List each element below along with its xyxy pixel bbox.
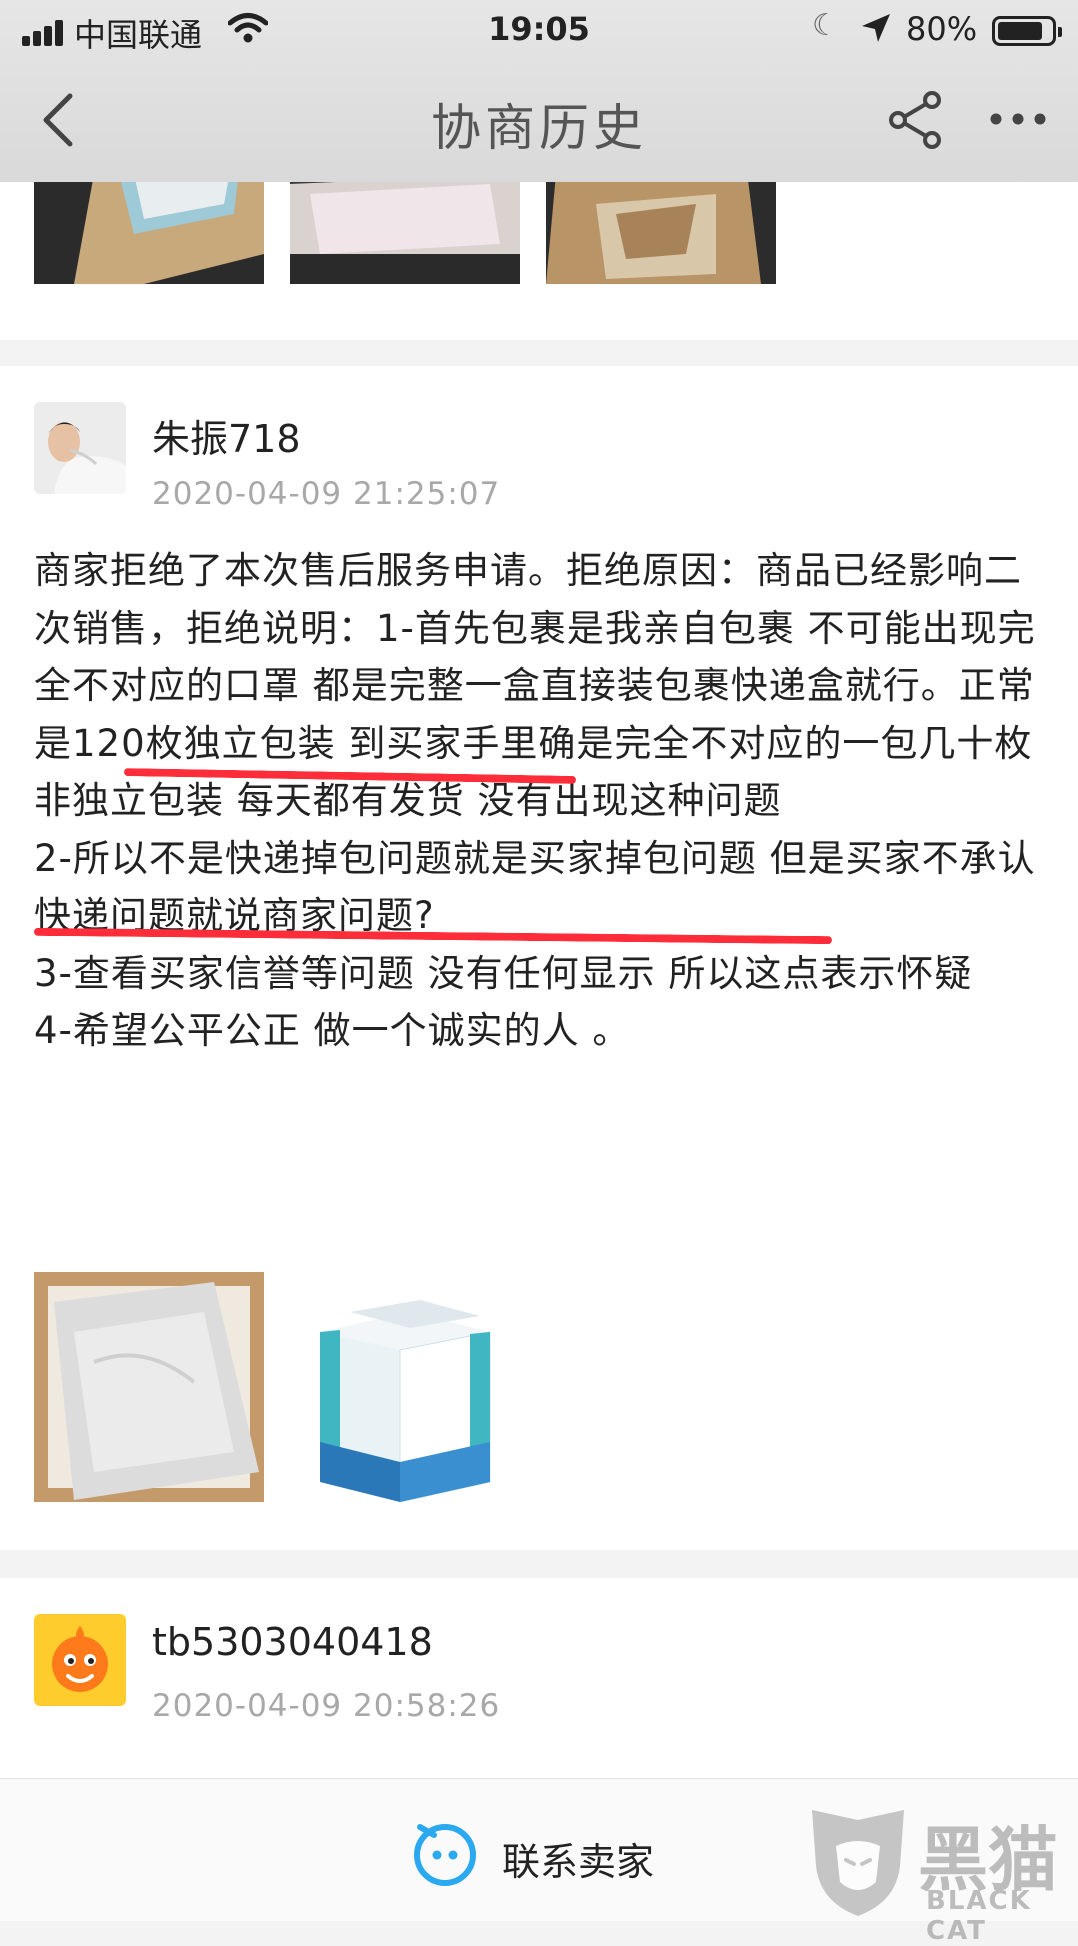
timestamp: 2020-04-09 21:25:07: [152, 476, 501, 512]
avatar: [34, 1614, 126, 1706]
status-bar: 中国联通 19:05 ☾ 80%: [0, 0, 1078, 58]
battery-percent: 80%: [906, 10, 978, 48]
chat-bot-icon: [414, 1824, 476, 1886]
moon-icon: ☾: [812, 8, 839, 43]
message-paragraph: 2-所以不是快递掉包问题就是买家掉包问题 但是买家不承认快递问题就说商家问题?: [34, 836, 1036, 938]
refusal-message: 商家拒绝了本次售后服务申请。拒绝原因：商品已经影响二次销售，拒绝说明：1-首先包…: [34, 542, 1044, 1060]
record-card: 朱振718 2020-04-09 21:25:07 商家拒绝了本次售后服务申请。…: [0, 366, 1078, 1550]
message-paragraph: 商家拒绝了本次售后服务申请。拒绝原因：商品已经影响二次销售，拒绝说明：1-首先包…: [34, 549, 1036, 822]
cat-logo-icon: [812, 1810, 904, 1916]
record-card: tb5303040418 2020-04-09 20:58:26: [0, 1578, 1078, 1778]
location-arrow-icon: [862, 14, 890, 42]
previous-record-card: [0, 54, 1078, 340]
more-icon[interactable]: [988, 112, 1048, 126]
author-name: tb5303040418: [152, 1620, 433, 1664]
avatar: [34, 402, 126, 494]
top-bar: 中国联通 19:05 ☾ 80% 协商历史: [0, 0, 1078, 182]
author-name: 朱振718: [152, 417, 301, 461]
message-paragraph: 3-查看买家信誉等问题 没有任何显示 所以这点表示怀疑: [34, 951, 973, 995]
battery-icon: [992, 16, 1062, 46]
nav-bar: 协商历史: [0, 60, 1078, 182]
share-icon[interactable]: [888, 90, 944, 150]
product-image[interactable]: [290, 1272, 520, 1502]
watermark-subtitle: BLACK CAT: [926, 1886, 1032, 1946]
black-cat-watermark: 黑猫 BLACK CAT: [806, 1802, 1068, 1946]
contact-seller-label: 联系卖家: [502, 1840, 655, 1884]
message-paragraph: 4-希望公平公正 做一个诚实的人 。: [34, 1009, 631, 1052]
evidence-image[interactable]: [34, 1272, 264, 1502]
timestamp: 2020-04-09 20:58:26: [152, 1688, 501, 1724]
